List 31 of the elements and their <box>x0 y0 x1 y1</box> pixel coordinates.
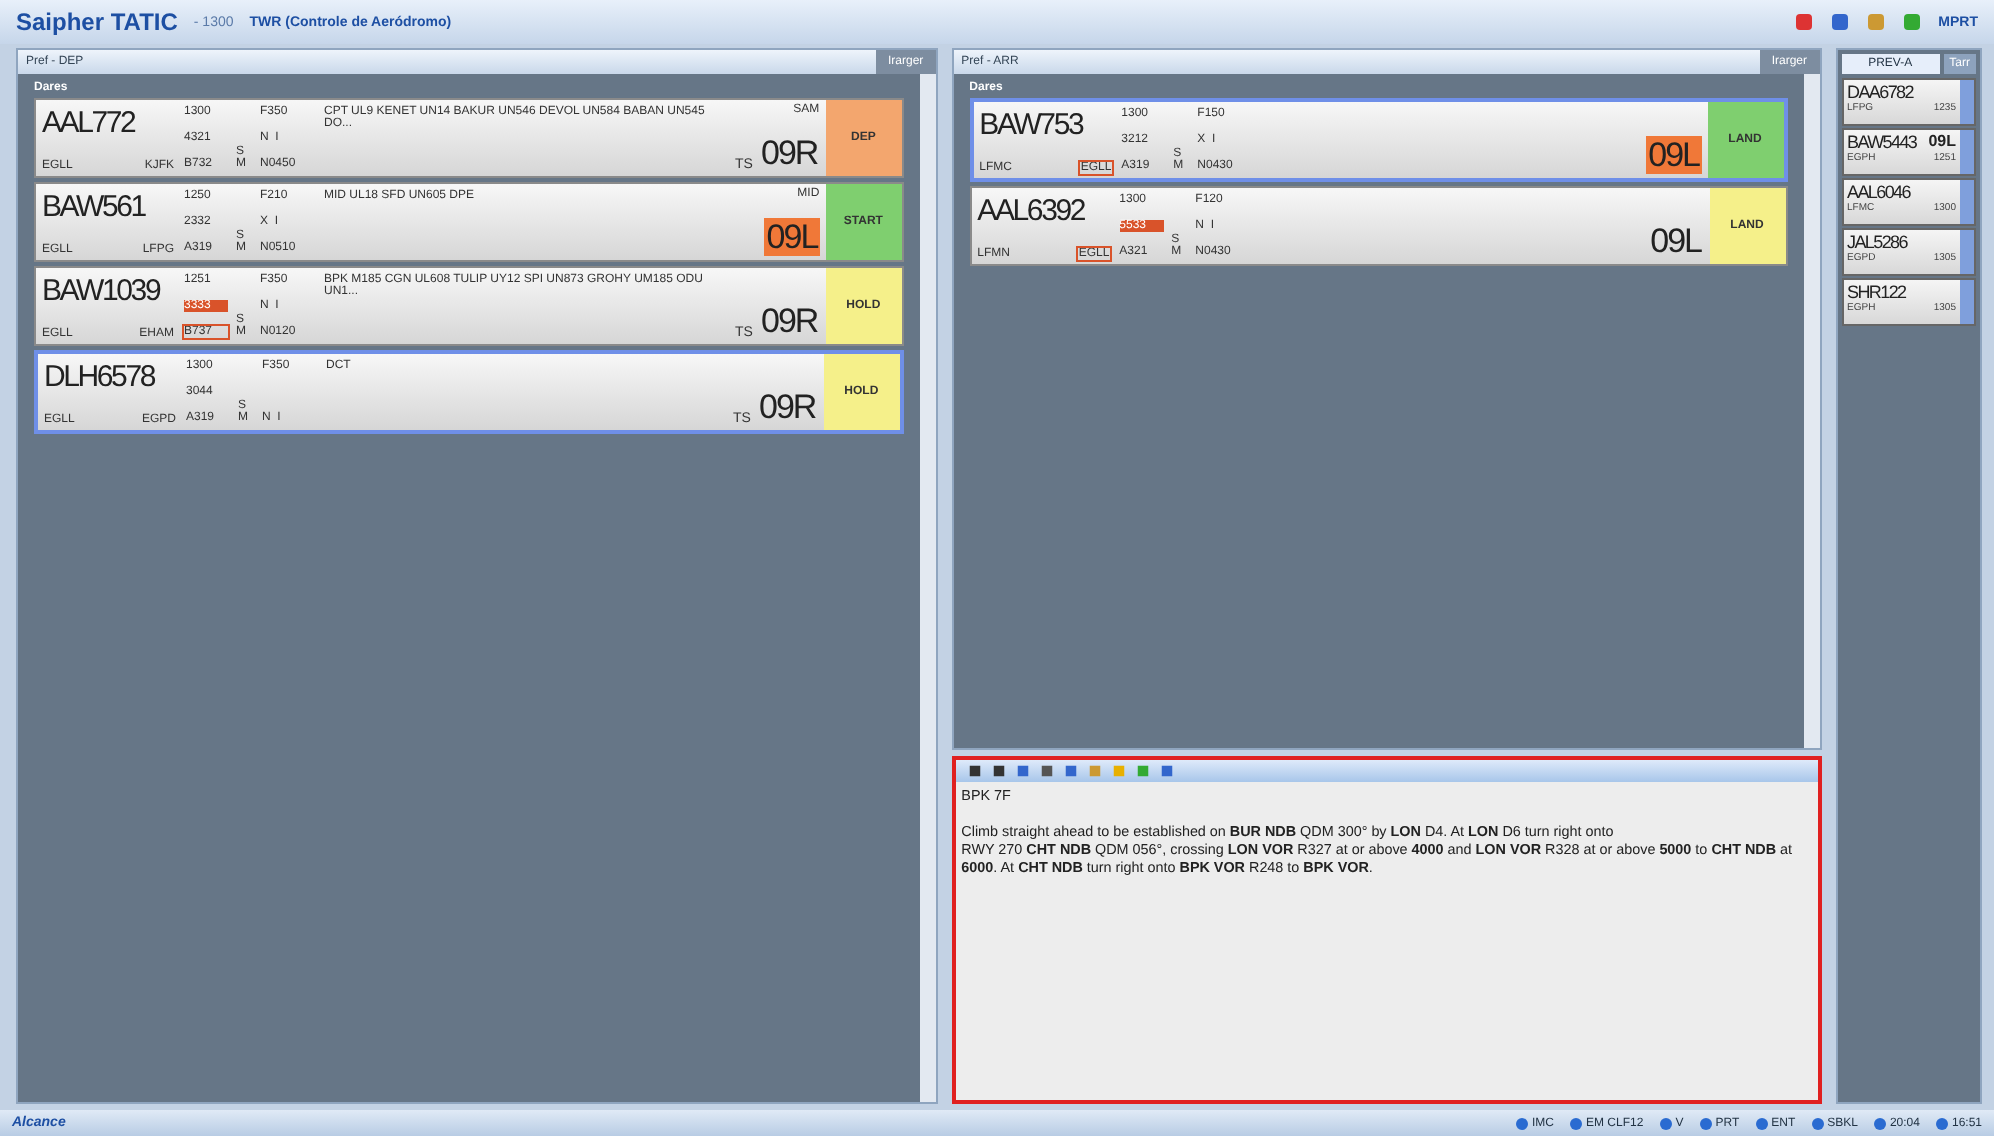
callsign: AAL6046 <box>1847 182 1910 202</box>
runway-label: 09L <box>764 218 820 256</box>
text-editor[interactable] <box>951 756 1822 1104</box>
strip-marker <box>1960 130 1974 174</box>
runway-label: 09L <box>1928 132 1956 152</box>
runway-label: 09R <box>758 302 820 340</box>
callsign: DLH6578 <box>44 358 157 398</box>
callsign: BAW561 <box>42 188 148 228</box>
toolbar-icon[interactable] <box>1866 12 1887 32</box>
callsign: AAL772 <box>42 104 138 144</box>
callsign: JAL5286 <box>1847 232 1907 252</box>
toolbar-icon[interactable] <box>1902 12 1923 32</box>
strip-marker <box>1960 280 1974 324</box>
strip-marker <box>1960 230 1974 274</box>
toolbar-icon[interactable] <box>1830 12 1851 32</box>
scrollbar[interactable] <box>1803 74 1820 748</box>
callsign: BAW1039 <box>42 272 163 312</box>
callsign: AAL6392 <box>977 192 1087 232</box>
app-title: Saipher TATIC <box>16 8 178 36</box>
callsign: BAW753 <box>979 106 1086 146</box>
strip-marker <box>1960 80 1974 124</box>
callsign: DAA6782 <box>1847 82 1913 102</box>
scrollbar[interactable] <box>919 74 936 1102</box>
runway-label: 09L <box>1646 136 1702 174</box>
callsign: BAW5443 <box>1847 132 1917 152</box>
runway-label: 09R <box>756 388 818 426</box>
callsign: SHR122 <box>1847 282 1906 302</box>
runway-label: 09L <box>1648 222 1704 260</box>
toolbar-icon[interactable] <box>1794 12 1815 32</box>
strip-marker <box>1960 180 1974 224</box>
runway-label: 09R <box>758 134 820 172</box>
